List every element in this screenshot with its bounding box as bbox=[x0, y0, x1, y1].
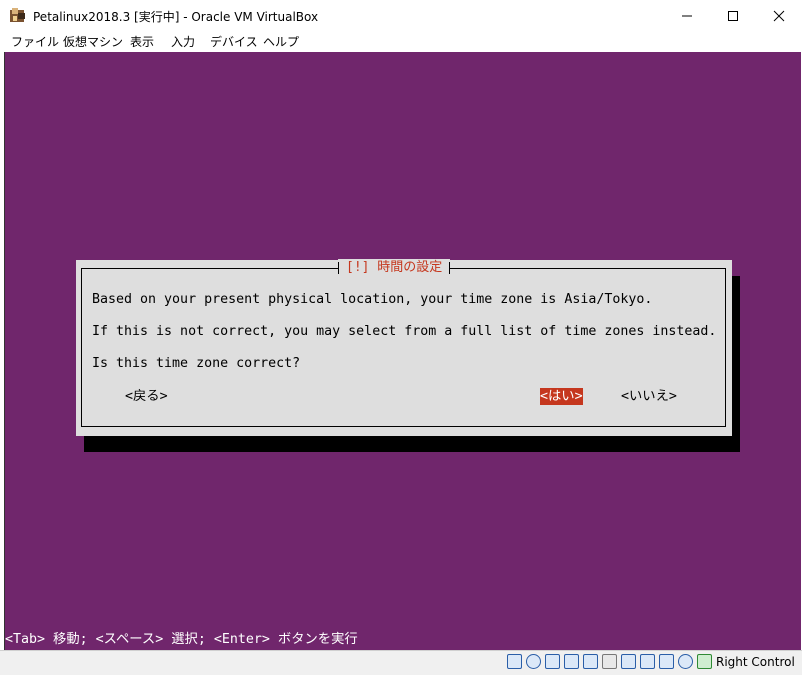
cpu-icon[interactable] bbox=[659, 654, 674, 669]
back-button[interactable]: <戻る> bbox=[125, 388, 168, 405]
menu-file[interactable]: ファイル bbox=[11, 33, 59, 50]
dialog-title: [!] 時間の設定 bbox=[338, 259, 451, 277]
menu-help[interactable]: ヘルプ bbox=[263, 33, 299, 50]
menu-view[interactable]: 表示 bbox=[130, 33, 154, 50]
keyboard-help: <Tab> 移動; <スペース> 選択; <Enter> ボタンを実行 bbox=[5, 632, 358, 647]
usb-icon[interactable] bbox=[583, 654, 598, 669]
yes-button[interactable]: <はい> bbox=[540, 388, 583, 405]
no-button[interactable]: <いいえ> bbox=[621, 388, 677, 405]
display-icon[interactable] bbox=[621, 654, 636, 669]
maximize-button[interactable] bbox=[710, 0, 756, 31]
minimize-button[interactable] bbox=[664, 0, 710, 31]
host-key-label: Right Control bbox=[716, 655, 795, 669]
window-titlebar[interactable]: Petalinux2018.3 [実行中] - Oracle VM Virtua… bbox=[0, 0, 802, 31]
mouse-integration-icon[interactable] bbox=[678, 654, 693, 669]
maximize-icon bbox=[728, 10, 738, 21]
menu-machine[interactable]: 仮想マシン bbox=[63, 33, 123, 50]
dialog-text-alternative: If this is not correct, you may select f… bbox=[92, 324, 717, 339]
optical-drive-icon[interactable] bbox=[526, 654, 541, 669]
recording-icon[interactable] bbox=[640, 654, 655, 669]
network-icon[interactable] bbox=[564, 654, 579, 669]
menu-devices[interactable]: デバイス bbox=[210, 33, 258, 50]
audio-icon[interactable] bbox=[545, 654, 560, 669]
window-title: Petalinux2018.3 [実行中] - Oracle VM Virtua… bbox=[33, 10, 319, 24]
close-button[interactable] bbox=[756, 0, 802, 31]
virtualbox-app-icon bbox=[10, 8, 25, 22]
dialog-text-location: Based on your present physical location,… bbox=[92, 292, 653, 307]
menu-bar: ファイル 仮想マシン 表示 入力 デバイス ヘルプ bbox=[0, 31, 802, 52]
menu-input[interactable]: 入力 bbox=[171, 33, 195, 50]
shared-folder-icon[interactable] bbox=[602, 654, 617, 669]
keyboard-capture-icon[interactable] bbox=[697, 654, 712, 669]
close-icon bbox=[773, 10, 785, 21]
dialog-question: Is this time zone correct? bbox=[92, 356, 301, 371]
hard-disk-icon[interactable] bbox=[507, 654, 522, 669]
minimize-icon bbox=[682, 15, 692, 16]
